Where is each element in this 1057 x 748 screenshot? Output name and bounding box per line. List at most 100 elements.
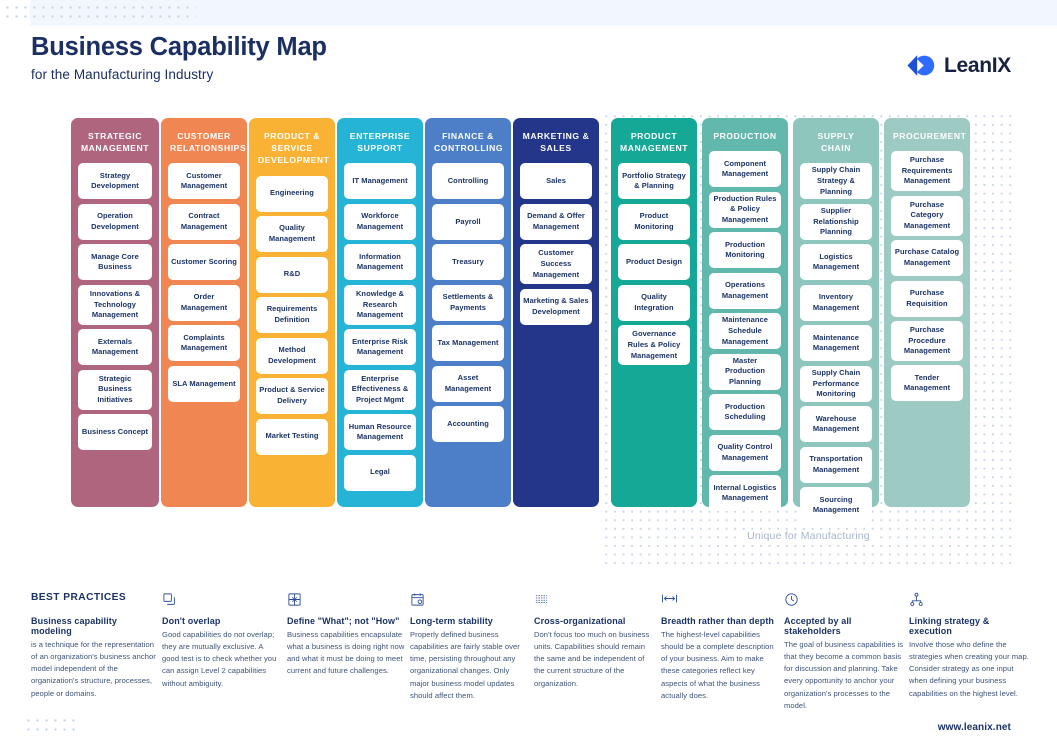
capability-card[interactable]: Supply Chain Performance Monitoring (800, 365, 872, 402)
capability-card[interactable]: Knowledge & Research Management (344, 284, 416, 325)
capability-column-customer-relationships[interactable]: CUSTOMER RELATIONSHIPS Customer Managemen… (161, 118, 247, 507)
capability-card[interactable]: Order Management (168, 284, 240, 321)
capability-card[interactable]: Purchase Catalog Management (891, 240, 963, 277)
capability-card[interactable]: Asset Management (432, 365, 504, 402)
best-practice-body: The goal of business capabilities is tha… (784, 639, 904, 710)
capability-column-marketing-sales[interactable]: MARKETING & SALES Sales Demand & Offer Man… (513, 118, 599, 507)
capability-column-supply-chain[interactable]: SUPPLY CHAIN Supply Chain Strategy & Plan… (793, 118, 879, 524)
capability-card[interactable]: Operations Management (709, 272, 781, 309)
capability-card[interactable]: Product Design (618, 244, 690, 281)
column-header-finance-controlling: FINANCE & CONTROLLING (434, 131, 504, 154)
calendar-clock-icon (410, 592, 530, 609)
capability-card[interactable]: Settlements & Payments (432, 284, 504, 321)
capability-card[interactable]: Purchase Procedure Management (891, 321, 963, 361)
capability-card[interactable]: Production Rules & Policy Management (709, 191, 781, 228)
capability-column-strategic-management[interactable]: STRATEGIC MANAGEMENT Strategy Development… (71, 118, 159, 507)
capability-card[interactable]: Demand & Offer Management (520, 203, 592, 240)
best-practice-body: Don't focus too much on business units. … (534, 629, 650, 688)
leanix-logo-text: LeanIX (943, 53, 1011, 77)
capability-card[interactable]: Quality Management (256, 216, 328, 253)
best-practice-body: Good capabilities do not overlap; they a… (162, 629, 277, 688)
capability-card[interactable]: Maintenance Schedule Management (709, 313, 781, 350)
column-header-product-management: PRODUCT MANAGEMENT (620, 131, 689, 154)
capability-column-production[interactable]: PRODUCTION Component Management Production… (702, 118, 788, 512)
footer-dot-pattern (24, 716, 80, 736)
capability-card[interactable]: Method Development (256, 337, 328, 374)
capability-card[interactable]: Production Monitoring (709, 232, 781, 269)
capability-card[interactable]: Sales (520, 163, 592, 200)
capability-card[interactable]: Customer Scoring (168, 244, 240, 281)
capability-card[interactable]: Workforce Management (344, 203, 416, 240)
capability-card[interactable]: Externals Management (78, 329, 152, 366)
capability-card[interactable]: Maintenance Management (800, 325, 872, 362)
capability-card[interactable]: Enterprise Effectiveness & Project Mgmt (344, 369, 416, 410)
overlap-icon (162, 592, 282, 609)
capability-card[interactable]: Supplier Relationship Planning (800, 203, 872, 240)
capability-card[interactable]: Manage Core Business (78, 244, 152, 281)
page-subtitle: for the Manufacturing Industry (31, 67, 214, 83)
capability-card[interactable]: Purchase Requisition (891, 280, 963, 317)
capability-card[interactable]: R&D (256, 256, 328, 293)
capability-card[interactable]: Requirements Definition (256, 297, 328, 334)
capability-card[interactable]: Transportation Management (800, 446, 872, 483)
grid-squares-icon (287, 592, 407, 609)
capability-card[interactable]: Innovations & Technology Management (78, 284, 152, 325)
capability-card[interactable]: Inventory Management (800, 284, 872, 321)
capability-card[interactable]: Production Scheduling (709, 394, 781, 431)
capability-card[interactable]: Accounting (432, 406, 504, 443)
column-header-product-service-development: PRODUCT & SERVICE DEVELOPMENT (258, 131, 330, 166)
capability-card[interactable]: Product Monitoring (618, 203, 690, 240)
capability-card[interactable]: Governance Rules & Policy Management (618, 325, 690, 366)
capability-card[interactable]: Tender Management (891, 365, 963, 402)
best-practice-heading: Breadth rather than depth (661, 616, 775, 626)
capability-card[interactable]: Customer Success Management (520, 244, 592, 285)
width-arrows-icon (661, 592, 781, 609)
capability-card[interactable]: Logistics Management (800, 244, 872, 281)
capability-card[interactable]: Strategic Business Initiatives (78, 369, 152, 410)
capability-column-finance-controlling[interactable]: FINANCE & CONTROLLING Controlling Payroll T… (425, 118, 511, 507)
page-title: Business Capability Map (31, 33, 327, 61)
capability-card[interactable]: Internal Logistics Management (709, 475, 781, 512)
best-practice-body: Business capabilities encapsulate what a… (287, 629, 405, 676)
best-practice-item: Accepted by all stakeholders The goal of … (784, 592, 906, 712)
capability-card[interactable]: Purchase Requirements Management (891, 151, 963, 192)
capability-card[interactable]: Enterprise Risk Management (344, 329, 416, 366)
best-practice-item: Cross-organizational Don't focus too much… (534, 592, 657, 690)
capability-card[interactable]: Payroll (432, 203, 504, 240)
capability-card[interactable]: Human Resource Management (344, 414, 416, 451)
capability-card[interactable]: Quality Control Management (709, 434, 781, 471)
capability-card[interactable]: Customer Management (168, 163, 240, 200)
capability-column-procurement[interactable]: PROCUREMENT Purchase Requirements Managem… (884, 118, 970, 507)
capability-card[interactable]: Master Production Planning (709, 353, 781, 390)
capability-card[interactable]: Warehouse Management (800, 406, 872, 443)
capability-card[interactable]: Portfolio Strategy & Planning (618, 163, 690, 200)
capability-card[interactable]: SLA Management (168, 365, 240, 402)
capability-card[interactable]: IT Management (344, 163, 416, 200)
capability-column-enterprise-support[interactable]: ENTERPRISE SUPPORT IT Management Workforce… (337, 118, 423, 507)
capability-card[interactable]: Supply Chain Strategy & Planning (800, 163, 872, 200)
capability-card[interactable]: Business Concept (78, 414, 152, 451)
best-practice-body: Involve those who define the strategies … (909, 639, 1029, 698)
capability-card[interactable]: Marketing & Sales Development (520, 288, 592, 325)
capability-card[interactable]: Component Management (709, 151, 781, 188)
capability-card[interactable]: Complaints Management (168, 325, 240, 362)
capability-card[interactable]: Strategy Development (78, 163, 152, 200)
capability-card[interactable]: Quality Integration (618, 284, 690, 321)
capability-card[interactable]: Operation Development (78, 203, 152, 240)
capability-column-product-service-development[interactable]: PRODUCT & SERVICE DEVELOPMENT Engineering… (249, 118, 335, 507)
capability-card[interactable]: Treasury (432, 244, 504, 281)
capability-column-product-management[interactable]: PRODUCT MANAGEMENT Portfolio Strategy & P… (611, 118, 697, 507)
capability-card[interactable]: Market Testing (256, 418, 328, 455)
capability-card[interactable]: Purchase Category Management (891, 195, 963, 236)
capability-card[interactable]: Contract Management (168, 203, 240, 240)
capability-card[interactable]: Information Management (344, 244, 416, 281)
best-practice-item: Linking strategy & execution Involve thos… (909, 592, 1031, 700)
capability-card[interactable]: Controlling (432, 163, 504, 200)
capability-card[interactable]: Sourcing Management (800, 487, 872, 524)
capability-card[interactable]: Product & Service Delivery (256, 378, 328, 415)
capability-card[interactable]: Legal (344, 454, 416, 491)
capability-card[interactable]: Engineering (256, 175, 328, 212)
best-practice-item: BEST PRACTICES Business capability modeli… (31, 592, 158, 700)
best-practice-heading: Business capability modeling (31, 616, 117, 636)
capability-card[interactable]: Tax Management (432, 325, 504, 362)
